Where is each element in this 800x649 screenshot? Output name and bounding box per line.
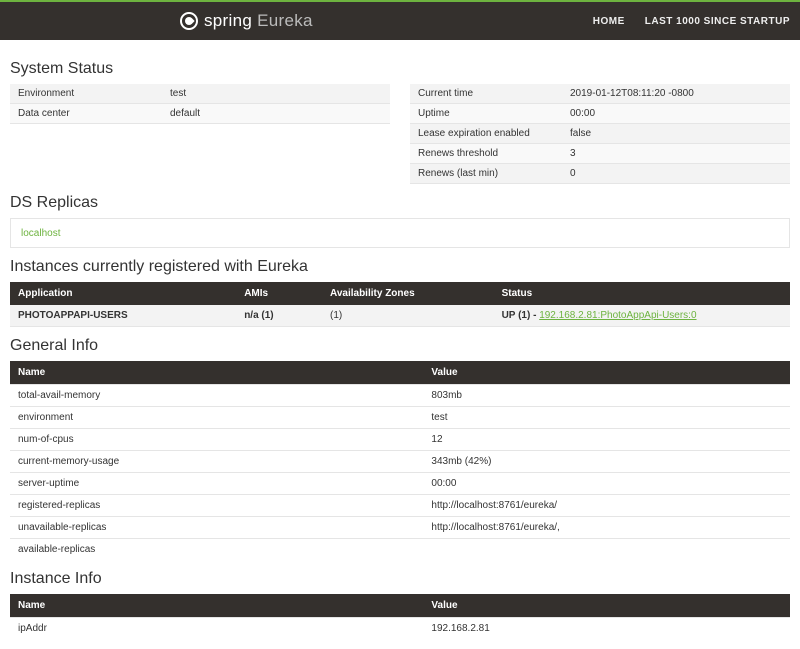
ss-key: Renews threshold	[410, 144, 562, 164]
ss-key: Environment	[10, 84, 162, 104]
table-row: unavailable-replicashttp://localhost:876…	[10, 517, 790, 539]
nav-links: HOME LAST 1000 SINCE STARTUP	[593, 16, 790, 27]
gen-value: http://localhost:8761/eureka/	[423, 495, 790, 517]
instance-az: (1)	[322, 305, 494, 327]
table-row: Environmenttest	[10, 84, 390, 104]
nav-last1000[interactable]: LAST 1000 SINCE STARTUP	[645, 16, 790, 27]
th-value: Value	[423, 594, 790, 618]
gen-value	[423, 539, 790, 561]
gen-name: num-of-cpus	[10, 429, 423, 451]
instance-info-table: Name Value ipAddr192.168.2.81	[10, 594, 790, 639]
gen-value: 343mb (42%)	[423, 451, 790, 473]
instance-status-link[interactable]: 192.168.2.81:PhotoAppApi-Users:0	[539, 310, 696, 321]
th-value: Value	[423, 361, 790, 385]
system-status-left: Environmenttest Data centerdefault	[10, 84, 390, 184]
instance-info-head: Name Value	[10, 594, 790, 618]
navbar: spring Eureka HOME LAST 1000 SINCE START…	[0, 2, 800, 40]
ss-key: Renews (last min)	[410, 164, 562, 184]
instances-table-head: Application AMIs Availability Zones Stat…	[10, 282, 790, 305]
brand-logo[interactable]: spring Eureka	[180, 11, 313, 31]
table-row: registered-replicashttp://localhost:8761…	[10, 495, 790, 517]
th-az: Availability Zones	[322, 282, 494, 305]
section-general-info: General Info	[10, 337, 790, 355]
system-status-right: Current time2019-01-12T08:11:20 -0800 Up…	[410, 84, 790, 184]
th-status: Status	[494, 282, 790, 305]
ss-val: 0	[562, 164, 790, 184]
instance-row: PHOTOAPPAPI-USERS n/a (1) (1) UP (1) - 1…	[10, 305, 790, 327]
table-row: current-memory-usage343mb (42%)	[10, 451, 790, 473]
gen-name: total-avail-memory	[10, 385, 423, 407]
th-amis: AMIs	[236, 282, 322, 305]
gen-name: server-uptime	[10, 473, 423, 495]
system-status-left-table: Environmenttest Data centerdefault	[10, 84, 390, 124]
general-info-head: Name Value	[10, 361, 790, 385]
gen-name: unavailable-replicas	[10, 517, 423, 539]
brand-spring: spring	[204, 11, 252, 30]
brand-text: spring Eureka	[204, 11, 313, 31]
table-row: Data centerdefault	[10, 104, 390, 124]
table-row: total-avail-memory803mb	[10, 385, 790, 407]
general-info-table: Name Value total-avail-memory803mbenviro…	[10, 361, 790, 560]
ss-val: 2019-01-12T08:11:20 -0800	[562, 84, 790, 104]
table-row: Uptime00:00	[410, 104, 790, 124]
brand-eureka: Eureka	[257, 11, 313, 30]
info-value: 192.168.2.81	[423, 618, 790, 640]
table-row: num-of-cpus12	[10, 429, 790, 451]
ss-key: Data center	[10, 104, 162, 124]
table-row: Lease expiration enabledfalse	[410, 124, 790, 144]
gen-value: test	[423, 407, 790, 429]
ds-replicas-box: localhost	[10, 218, 790, 248]
ss-key: Uptime	[410, 104, 562, 124]
system-status-right-table: Current time2019-01-12T08:11:20 -0800 Up…	[410, 84, 790, 184]
th-name: Name	[10, 361, 423, 385]
gen-value: http://localhost:8761/eureka/,	[423, 517, 790, 539]
instance-amis-text: n/a (1)	[244, 310, 273, 321]
spring-leaf-icon	[180, 12, 198, 30]
section-system-status: System Status	[10, 60, 790, 78]
instance-status: UP (1) - 192.168.2.81:PhotoAppApi-Users:…	[494, 305, 790, 327]
system-status-row: Environmenttest Data centerdefault Curre…	[10, 84, 790, 184]
ss-val: test	[162, 84, 390, 104]
ss-val: 00:00	[562, 104, 790, 124]
gen-name: environment	[10, 407, 423, 429]
th-name: Name	[10, 594, 423, 618]
instance-status-prefix: UP (1) -	[502, 310, 540, 321]
ss-val: default	[162, 104, 390, 124]
gen-name: available-replicas	[10, 539, 423, 561]
gen-value: 00:00	[423, 473, 790, 495]
gen-name: registered-replicas	[10, 495, 423, 517]
instances-table: Application AMIs Availability Zones Stat…	[10, 282, 790, 327]
ss-key: Lease expiration enabled	[410, 124, 562, 144]
gen-name: current-memory-usage	[10, 451, 423, 473]
ds-replica-link[interactable]: localhost	[21, 228, 60, 239]
gen-value: 12	[423, 429, 790, 451]
ss-val: false	[562, 124, 790, 144]
table-row: ipAddr192.168.2.81	[10, 618, 790, 640]
table-row: Renews threshold3	[410, 144, 790, 164]
th-application: Application	[10, 282, 236, 305]
section-ds-replicas: DS Replicas	[10, 194, 790, 212]
section-instances: Instances currently registered with Eure…	[10, 258, 790, 276]
section-instance-info: Instance Info	[10, 570, 790, 588]
instance-amis: n/a (1)	[236, 305, 322, 327]
table-row: available-replicas	[10, 539, 790, 561]
table-row: server-uptime00:00	[10, 473, 790, 495]
gen-value: 803mb	[423, 385, 790, 407]
info-name: ipAddr	[10, 618, 423, 640]
table-row: Current time2019-01-12T08:11:20 -0800	[410, 84, 790, 104]
instance-app: PHOTOAPPAPI-USERS	[10, 305, 236, 327]
content: System Status Environmenttest Data cente…	[0, 40, 800, 649]
nav-home[interactable]: HOME	[593, 16, 625, 27]
table-row: Renews (last min)0	[410, 164, 790, 184]
ss-val: 3	[562, 144, 790, 164]
ss-key: Current time	[410, 84, 562, 104]
table-row: environmenttest	[10, 407, 790, 429]
